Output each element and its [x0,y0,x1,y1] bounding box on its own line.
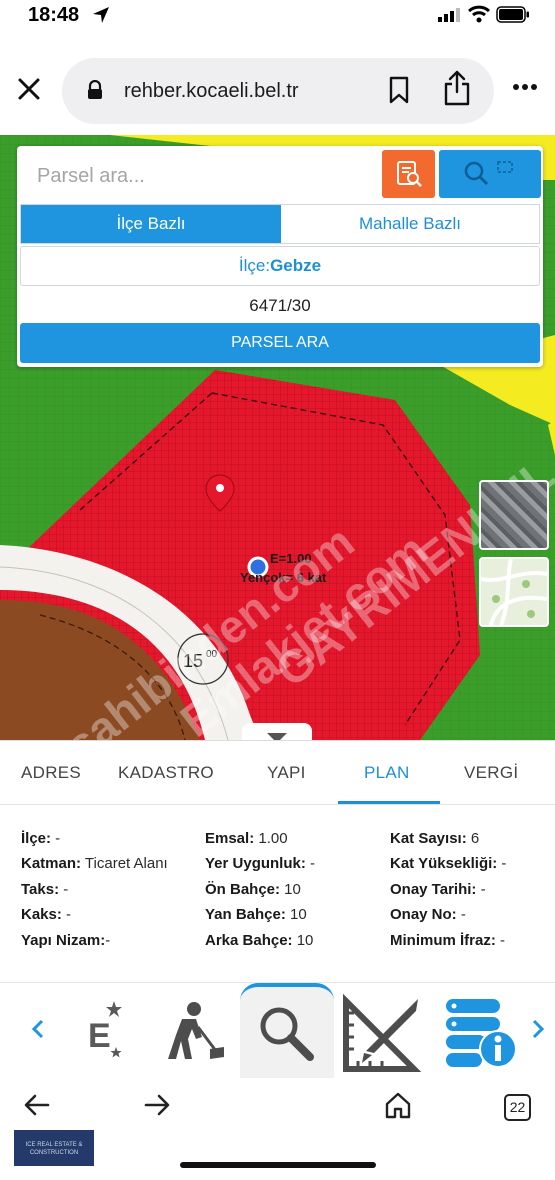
ruler-pencil-icon[interactable] [342,993,422,1073]
magnifier-icon[interactable] [254,1001,318,1065]
street-map-thumb-icon [481,559,547,625]
info-tab-bar: ADRES KADASTRO YAPI PLAN VERGİ [0,741,555,805]
home-icon[interactable] [384,1091,412,1119]
street-layer-button[interactable] [479,557,549,627]
address-bar[interactable]: rehber.kocaeli.bel.tr [62,58,494,124]
parcel-info-sheet: ADRES KADASTRO YAPI PLAN VERGİ İlçe: - K… [0,740,555,982]
district-value: Gebze [270,256,322,275]
search-select-icon [464,161,513,186]
report-button[interactable] [382,150,435,198]
app-dock: E [0,982,555,1078]
parcel-number-field[interactable]: 6471/30 [20,290,540,322]
field-kat-yuksekligi: Kat Yüksekliği: - [390,855,507,872]
tab-neighborhood-based[interactable]: Mahalle Bazlı [281,205,539,243]
tab-adres[interactable]: ADRES [21,763,81,783]
document-search-icon [397,161,422,187]
field-taks: Taks: - [21,881,69,898]
location-arrow-icon [93,7,109,23]
parcel-search-panel: İlçe Bazlı Mahalle Bazlı İlçe:Gebze 6471… [17,146,543,367]
tab-kadastro[interactable]: KADASTRO [118,763,214,783]
server-info-icon[interactable] [444,997,518,1069]
tab-yapi[interactable]: YAPI [267,763,306,783]
browser-nav-bar: 22 ICE REAL ESTATE & CONSTRUCTION [0,1078,555,1180]
status-time: 18:48 [28,4,80,26]
field-kaks: Kaks: - [21,906,72,923]
construction-worker-icon[interactable] [158,997,228,1067]
cellular-signal-icon [438,8,460,22]
field-minimum-ifraz: Minimum İfraz: - [390,932,506,949]
tab-district-based[interactable]: İlçe Bazlı [21,205,281,243]
field-onay-tarihi: Onay Tarihi: - [390,881,486,898]
field-ilce: İlçe: - [21,830,61,847]
browser-toolbar: rehber.kocaeli.bel.tr [0,40,555,135]
status-bar: 18:48 [0,0,555,30]
search-mode-tabs: İlçe Bazlı Mahalle Bazlı [20,204,540,244]
back-arrow-icon[interactable] [24,1094,50,1116]
bookmark-icon[interactable] [388,76,410,104]
field-yer-uygunluk: Yer Uygunluk: - [205,855,316,872]
district-select[interactable]: İlçe:Gebze [20,246,540,286]
battery-icon [496,6,529,23]
chevron-right-icon[interactable] [532,1019,544,1039]
parcel-search-button[interactable]: PARSEL ARA [20,323,540,363]
tab-vergi[interactable]: VERGİ [464,763,518,783]
url-text: rehber.kocaeli.bel.tr [124,80,299,102]
field-arka-bahce: Arka Bahçe: 10 [205,932,314,949]
active-tab-indicator [338,801,440,804]
lock-icon [88,80,102,99]
satellite-layer-button[interactable] [479,480,549,550]
wifi-icon [468,5,490,23]
field-onay-no: Onay No: - [390,906,466,923]
field-yan-bahce: Yan Bahçe: 10 [205,906,307,923]
close-icon[interactable] [16,76,42,102]
agency-logo: ICE REAL ESTATE & CONSTRUCTION [14,1130,94,1166]
field-yapi-nizam: Yapı Nizam:- [21,932,111,949]
home-indicator[interactable] [180,1162,376,1168]
chevron-left-icon[interactable] [32,1019,44,1039]
field-emsal: Emsal: 1.00 [205,830,288,847]
svg-text:E: E [88,1017,111,1055]
field-kat-sayisi: Kat Sayısı: 6 [390,830,480,847]
share-icon[interactable] [442,70,472,106]
forward-arrow-icon[interactable] [144,1094,170,1116]
field-on-bahce: Ön Bahçe: 10 [205,881,301,898]
tab-switcher-button[interactable]: 22 [504,1094,531,1121]
parcel-search-input[interactable] [37,160,377,192]
e-municipality-icon[interactable]: E [58,995,130,1067]
field-katman: Katman: Ticaret Alanı [21,855,168,872]
tab-plan[interactable]: PLAN [364,763,410,783]
district-label: İlçe: [238,256,271,275]
more-options-icon[interactable] [512,83,538,91]
map-search-button[interactable] [439,150,541,198]
